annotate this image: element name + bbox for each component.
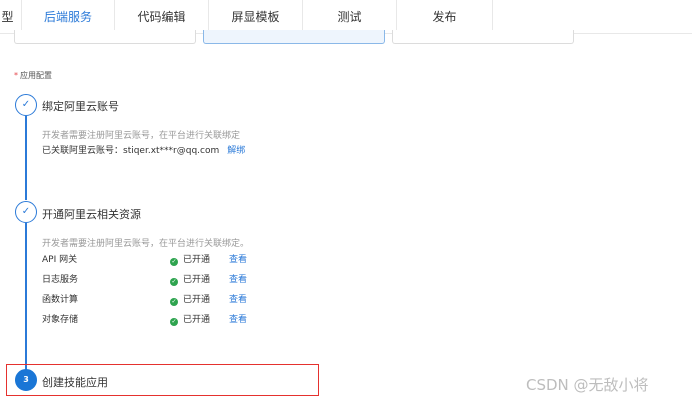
timeline-line bbox=[25, 116, 27, 200]
service-status: 已开通 bbox=[183, 295, 211, 305]
service-name: 函数计算 bbox=[42, 295, 79, 305]
service-status: 已开通 bbox=[183, 255, 211, 265]
tab-backend-service[interactable]: 后端服务 bbox=[22, 0, 115, 34]
tab-model[interactable]: 型 bbox=[0, 0, 22, 34]
highlight-box bbox=[6, 364, 319, 396]
step-2-title: 开通阿里云相关资源 bbox=[42, 208, 141, 221]
step-2-description: 开发者需要注册阿里云账号，在平台进行关联绑定。 bbox=[42, 239, 250, 249]
service-name: 日志服务 bbox=[42, 275, 79, 285]
service-name: 对象存储 bbox=[42, 315, 79, 325]
step-2-check-icon: ✓ bbox=[15, 201, 37, 223]
check-circle-icon: ✓ bbox=[170, 318, 178, 326]
view-link[interactable]: 查看 bbox=[229, 292, 247, 305]
step-1-description: 开发者需要注册阿里云账号，在平台进行关联绑定 bbox=[42, 131, 241, 141]
timeline-line bbox=[25, 223, 27, 370]
unbind-link[interactable]: 解绑 bbox=[227, 146, 245, 156]
service-row: 函数计算 ✓ 已开通 查看 bbox=[42, 292, 282, 306]
check-circle-icon: ✓ bbox=[170, 258, 178, 266]
tab-test[interactable]: 测试 bbox=[303, 0, 397, 34]
step-1-check-icon: ✓ bbox=[15, 94, 37, 116]
tab-publish[interactable]: 发布 bbox=[397, 0, 493, 34]
option-card[interactable] bbox=[392, 30, 574, 44]
check-circle-icon: ✓ bbox=[170, 278, 178, 286]
view-link[interactable]: 查看 bbox=[229, 272, 247, 285]
service-status: 已开通 bbox=[183, 315, 211, 325]
step-1-title: 绑定阿里云账号 bbox=[42, 100, 119, 113]
bound-account-label: 已关联阿里云账号：stiqer.xt***r@qq.com bbox=[42, 146, 220, 156]
watermark: CSDN @无敌小将 bbox=[526, 376, 649, 394]
tab-code-edit[interactable]: 代码编辑 bbox=[115, 0, 209, 34]
tab-bar: 型 后端服务 代码编辑 屏显模板 测试 发布 bbox=[0, 0, 692, 34]
bound-account: 已关联阿里云账号：stiqer.xt***r@qq.com 解绑 bbox=[42, 143, 245, 156]
service-row: 对象存储 ✓ 已开通 查看 bbox=[42, 312, 282, 326]
option-card-selected[interactable] bbox=[203, 30, 385, 44]
tab-display-template[interactable]: 屏显模板 bbox=[209, 0, 303, 34]
service-row: 日志服务 ✓ 已开通 查看 bbox=[42, 272, 282, 286]
view-link[interactable]: 查看 bbox=[229, 252, 247, 265]
section-label: * 应用配置 bbox=[14, 71, 52, 80]
service-row: API 网关 ✓ 已开通 查看 bbox=[42, 252, 282, 266]
option-card[interactable] bbox=[14, 30, 196, 44]
required-mark: * bbox=[14, 71, 18, 80]
view-link[interactable]: 查看 bbox=[229, 312, 247, 325]
service-status: 已开通 bbox=[183, 275, 211, 285]
check-circle-icon: ✓ bbox=[170, 298, 178, 306]
service-name: API 网关 bbox=[42, 255, 78, 265]
